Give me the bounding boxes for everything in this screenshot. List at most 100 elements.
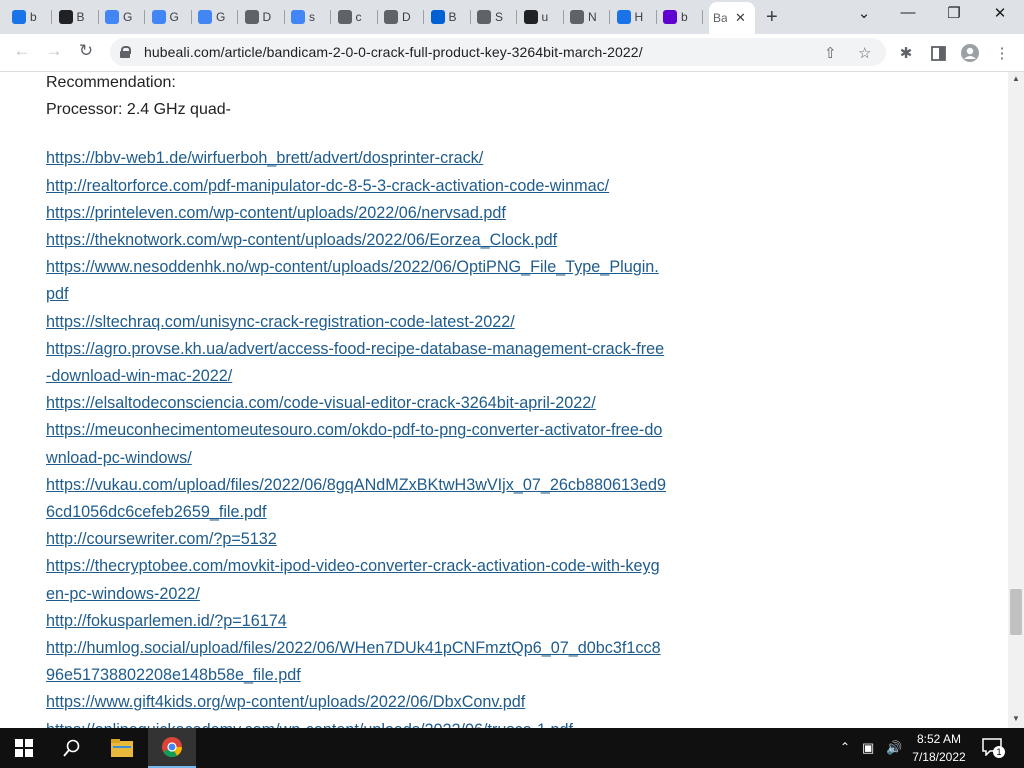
- active-browser-tab[interactable]: Ba ✕: [709, 2, 755, 34]
- browser-tab[interactable]: G: [101, 4, 145, 30]
- scroll-up-arrow-icon[interactable]: ▲: [1012, 74, 1020, 83]
- external-link[interactable]: https://elsaltodeconsciencia.com/code-vi…: [46, 390, 666, 417]
- external-link[interactable]: https://thecryptobee.com/movkit-ipod-vid…: [46, 553, 666, 607]
- article-body: Recommendation: Processor: 2.4 GHz quad-…: [46, 72, 666, 728]
- wikipedia-icon: [58, 10, 73, 24]
- tab-title: b: [30, 10, 37, 24]
- external-link[interactable]: http://humlog.social/upload/files/2022/0…: [46, 635, 666, 689]
- browser-tab[interactable]: b: [8, 4, 52, 30]
- folder-icon: [111, 739, 133, 757]
- external-link[interactable]: https://onlinequickacademy.com/wp-conten…: [46, 717, 666, 728]
- url-text[interactable]: hubeali.com/article/bandicam-2-0-0-crack…: [144, 44, 643, 60]
- reload-button[interactable]: ↻: [74, 41, 98, 61]
- external-link[interactable]: https://sltechraq.com/unisync-crack-regi…: [46, 309, 666, 336]
- external-link[interactable]: https://www.nesoddenhk.no/wp-content/upl…: [46, 254, 666, 308]
- browser-tab[interactable]: c: [334, 4, 378, 30]
- browser-tab[interactable]: H: [613, 4, 657, 30]
- side-panel-icon[interactable]: [928, 43, 948, 63]
- back-button[interactable]: ←: [10, 41, 34, 61]
- tab-title: G: [216, 10, 226, 24]
- tab-title: B: [76, 10, 85, 24]
- new-tab-button[interactable]: +: [766, 6, 778, 29]
- action-center-button[interactable]: 1: [982, 738, 1005, 758]
- notification-count-badge: 1: [993, 746, 1005, 758]
- google-icon: [151, 10, 166, 24]
- clock-date: 7/18/2022: [912, 750, 966, 764]
- google-icon: [105, 10, 119, 24]
- search-icon: [63, 739, 80, 757]
- start-button[interactable]: [0, 728, 48, 768]
- tab-title: u: [541, 10, 549, 24]
- share-icon[interactable]: ⇧: [824, 44, 837, 62]
- system-requirements: Recommendation: Processor: 2.4 GHz quad-: [46, 72, 666, 123]
- external-link[interactable]: https://agro.provse.kh.ua/advert/access-…: [46, 336, 666, 390]
- address-bar[interactable]: hubeali.com/article/bandicam-2-0-0-crack…: [110, 38, 886, 66]
- drive-icon: [384, 10, 398, 24]
- external-link[interactable]: https://printeleven.com/wp-content/uploa…: [46, 200, 666, 227]
- globe-icon: [570, 10, 584, 24]
- tab-title: S: [495, 10, 504, 24]
- windows-taskbar: ⌃ ▣ 🔊 8:52 AM 7/18/2022 1: [0, 728, 1024, 768]
- browser-tab[interactable]: D: [241, 4, 285, 30]
- network-icon[interactable]: ▣: [862, 740, 874, 756]
- globe-icon: [337, 10, 352, 24]
- tab-strip: b B G G G Ds c D B Su N Hb Ba ✕ + ⌄ — ❐ ✕: [0, 0, 1024, 34]
- file-explorer-button[interactable]: [98, 728, 146, 768]
- menu-kebab-icon[interactable]: ⋮: [992, 43, 1012, 63]
- external-link[interactable]: http://realtorforce.com/pdf-manipulator-…: [46, 173, 666, 200]
- bookmark-star-icon[interactable]: ☆: [858, 44, 871, 62]
- browser-tab[interactable]: G: [194, 4, 238, 30]
- minimize-icon[interactable]: —: [898, 4, 918, 21]
- extensions-icon[interactable]: ✱: [896, 43, 916, 63]
- close-tab-icon[interactable]: ✕: [735, 10, 746, 26]
- browser-tab[interactable]: D: [380, 4, 424, 30]
- system-clock[interactable]: 8:52 AM 7/18/2022: [906, 730, 972, 766]
- tab-title: D: [402, 10, 411, 24]
- spec-line: Processor: 2.4 GHz quad-: [46, 101, 231, 119]
- volume-icon[interactable]: 🔊: [886, 740, 902, 756]
- close-window-icon[interactable]: ✕: [990, 4, 1010, 22]
- external-link[interactable]: https://vukau.com/upload/files/2022/06/8…: [46, 472, 666, 526]
- profile-avatar-icon[interactable]: [960, 43, 980, 63]
- browser-tab[interactable]: N: [566, 4, 610, 30]
- forward-button[interactable]: →: [42, 41, 66, 61]
- browser-tab[interactable]: u: [520, 4, 564, 30]
- browser-tab[interactable]: B: [55, 4, 99, 30]
- windows-logo-icon: [15, 739, 33, 757]
- external-link[interactable]: http://fokusparlemen.id/?p=16174: [46, 608, 666, 635]
- chrome-icon: [162, 737, 183, 758]
- globe-icon: [477, 10, 491, 24]
- tab-title: G: [123, 10, 133, 24]
- external-link[interactable]: https://theknotwork.com/wp-content/uploa…: [46, 227, 666, 254]
- scrollbar-thumb[interactable]: [1010, 589, 1022, 636]
- tab-title: B: [448, 10, 457, 24]
- browser-tab[interactable]: B: [427, 4, 471, 30]
- page-scrollbar[interactable]: ▲ ▼: [1008, 72, 1024, 728]
- browser-tab[interactable]: G: [148, 4, 192, 30]
- external-link[interactable]: http://coursewriter.com/?p=5132: [46, 526, 666, 553]
- tab-title: G: [169, 10, 179, 24]
- page-content: Recommendation: Processor: 2.4 GHz quad-…: [0, 72, 1008, 728]
- restore-icon[interactable]: ❐: [944, 4, 964, 22]
- tab-search-chevron-icon[interactable]: ⌄: [854, 4, 874, 22]
- show-hidden-icons-chevron-icon[interactable]: ⌃: [840, 740, 850, 754]
- scroll-down-arrow-icon[interactable]: ▼: [1012, 714, 1020, 723]
- search-icon: [12, 10, 26, 24]
- browser-tab[interactable]: b: [659, 4, 703, 30]
- tab-title: c: [355, 10, 362, 24]
- lock-icon[interactable]: [120, 46, 131, 58]
- tab-title: H: [634, 10, 644, 24]
- tab-title: N: [588, 10, 597, 24]
- browser-tab[interactable]: S: [473, 4, 517, 30]
- browser-tab[interactable]: s: [287, 4, 331, 30]
- chrome-taskbar-button[interactable]: [148, 728, 196, 768]
- xfs-icon: [523, 10, 538, 24]
- external-link[interactable]: https://www.gift4kids.org/wp-content/upl…: [46, 689, 666, 716]
- external-link[interactable]: https://meuconhecimentomeutesouro.com/ok…: [46, 417, 666, 471]
- related-links: https://bbv-web1.de/wirfuerboh_brett/adv…: [46, 145, 666, 728]
- external-link[interactable]: https://bbv-web1.de/wirfuerboh_brett/adv…: [46, 145, 666, 172]
- clock-time: 8:52 AM: [916, 732, 962, 746]
- search-button[interactable]: [48, 728, 96, 768]
- spec-line: Recommendation:: [46, 74, 176, 91]
- tab-title: b: [681, 10, 688, 24]
